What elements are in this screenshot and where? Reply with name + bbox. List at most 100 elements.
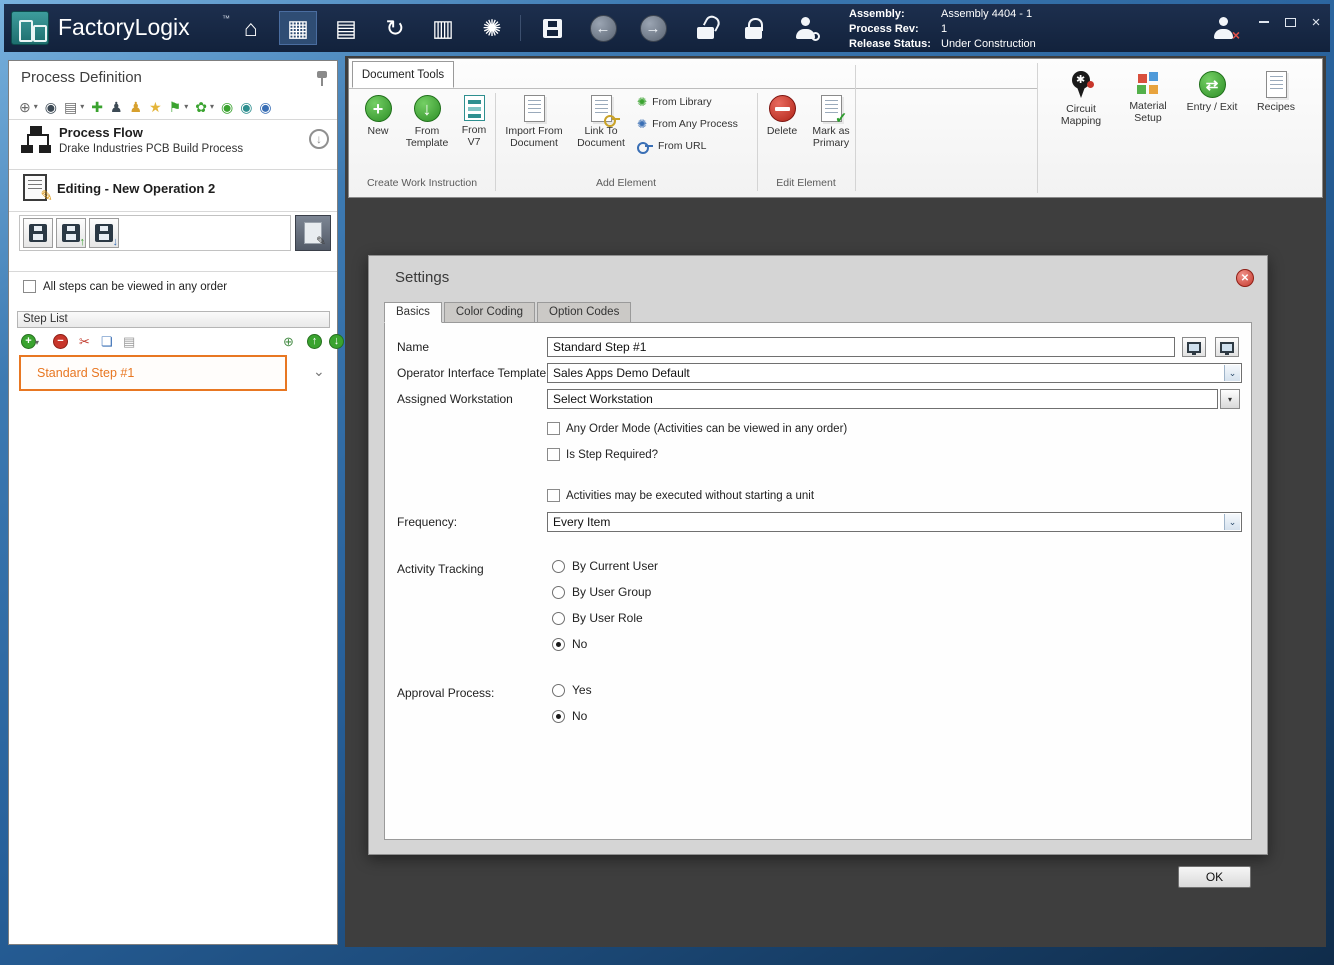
pin-icon[interactable] <box>317 71 327 87</box>
step-required-label: Is Step Required? <box>566 448 659 461</box>
logout-user-button[interactable]: × <box>1204 11 1242 45</box>
activities-checkbox[interactable] <box>547 489 560 502</box>
status-icon[interactable]: ◉ <box>240 99 252 115</box>
print-icon[interactable]: ▤ <box>64 99 77 115</box>
maximize-button[interactable] <box>1278 13 1302 31</box>
from-library-button[interactable]: ✺ From Library <box>637 93 712 111</box>
chevron-down-icon[interactable]: ⌄ <box>1224 365 1240 381</box>
close-window-button[interactable]: × <box>1304 13 1328 31</box>
entry-exit-button[interactable]: ⇄ Entry / Exit <box>1181 71 1243 113</box>
add-icon[interactable]: ⊕ <box>19 99 31 115</box>
copy-icon[interactable]: ❏ <box>101 334 113 350</box>
flag-icon[interactable]: ⚑ <box>169 99 182 115</box>
plugin-icon[interactable]: ✚ <box>91 99 103 115</box>
move-up-icon[interactable]: ↑ <box>307 334 322 349</box>
workstation-dropdown-button[interactable]: ▾ <box>1220 389 1240 409</box>
user-gold-icon[interactable]: ♟ <box>130 99 143 115</box>
settings-button[interactable]: ✺ <box>473 11 511 45</box>
flag-caret-icon[interactable]: ▾ <box>184 99 188 115</box>
chevron-down-icon[interactable]: ⌄ <box>1224 514 1240 530</box>
find-user-button[interactable] <box>786 11 824 45</box>
preview-button[interactable] <box>1215 337 1239 357</box>
add-step-icon[interactable]: + <box>21 334 36 349</box>
theme-icon[interactable]: ✿ <box>195 99 207 115</box>
material-setup-button[interactable]: Material Setup <box>1119 71 1177 124</box>
delete-button[interactable]: Delete <box>761 95 803 137</box>
globe-icon[interactable]: ◉ <box>45 99 57 115</box>
step-required-row: Is Step Required? <box>547 448 658 461</box>
documents-icon: ▤ <box>335 14 357 41</box>
tab-document-tools[interactable]: Document Tools <box>352 61 454 88</box>
home-button[interactable]: ⌂ <box>232 11 270 45</box>
from-any-process-button[interactable]: ✺ From Any Process <box>637 115 738 133</box>
export-step-button[interactable]: ↓ <box>89 218 119 248</box>
circuit-mapping-button[interactable]: ✱ Circuit Mapping <box>1047 71 1115 127</box>
paste-icon[interactable]: ▤ <box>123 334 135 350</box>
user-icon[interactable]: ♟ <box>110 99 123 115</box>
url-key-icon <box>637 141 653 154</box>
start-icon[interactable]: ◉ <box>221 99 233 115</box>
new-button[interactable]: + New <box>356 95 400 137</box>
radio-by-current-user[interactable] <box>552 559 565 573</box>
step-list-item[interactable]: Standard Step #1 <box>19 355 287 391</box>
mark-as-primary-button[interactable]: ✓ Mark as Primary <box>805 95 857 149</box>
close-dialog-button[interactable]: ✕ <box>1236 269 1254 287</box>
minimize-button[interactable] <box>1252 13 1276 31</box>
sync-button[interactable]: ↻ <box>376 11 414 45</box>
documents-button[interactable]: ▤ <box>327 11 365 45</box>
name-input[interactable] <box>547 337 1175 357</box>
zoom-step-icon[interactable]: ⊕ <box>283 334 294 350</box>
from-url-button[interactable]: From URL <box>637 137 706 155</box>
radio-by-user-group[interactable] <box>552 585 565 599</box>
add-caret-icon[interactable]: ▾ <box>34 99 38 115</box>
theme-caret-icon[interactable]: ▾ <box>210 99 214 115</box>
tab-basics[interactable]: Basics <box>384 302 442 323</box>
ok-button[interactable]: OK <box>1178 866 1251 888</box>
back-button[interactable]: ← <box>584 11 622 45</box>
print-caret-icon[interactable]: ▾ <box>80 99 84 115</box>
process-definition-button[interactable]: ▦ <box>279 11 317 45</box>
frequency-dropdown[interactable]: Every Item ⌄ <box>547 512 1242 532</box>
tab-color-coding[interactable]: Color Coding <box>443 302 535 323</box>
workstation-dropdown[interactable]: Select Workstation <box>547 389 1218 409</box>
template-dropdown[interactable]: Sales Apps Demo Default ⌄ <box>547 363 1242 383</box>
step-chevron-icon[interactable]: ⌄ <box>313 363 325 380</box>
process-definition-panel: Process Definition ⊕ ▾ ◉ ▤ ▾ ✚ ♟ ♟ ★ ⚑ ▾ ✿ ▾… <box>8 60 344 945</box>
link-to-document-button[interactable]: Link To Document <box>571 95 631 149</box>
assembly-info: Assembly: Assembly 4404 - 1 Process Rev: 1… <box>849 7 1036 52</box>
editor-button[interactable] <box>1182 337 1206 357</box>
window-frame: FactoryLogix ™ ⌂ ▦ ▤ ↻ ▥ ✺ ← → Assembly:… <box>0 0 1334 965</box>
lock-button[interactable] <box>734 11 772 45</box>
radio-by-user-role[interactable] <box>552 611 565 625</box>
edit-work-instruction-button[interactable]: ✎ <box>295 215 331 251</box>
from-v7-button[interactable]: From V7 <box>454 95 494 148</box>
recipes-button[interactable]: Recipes <box>1249 71 1303 113</box>
favorites-icon[interactable]: ★ <box>149 99 162 115</box>
news-button[interactable]: ▥ <box>424 11 462 45</box>
step-required-checkbox[interactable] <box>547 448 560 461</box>
recipes-label: Recipes <box>1257 101 1295 113</box>
tab-option-codes[interactable]: Option Codes <box>537 302 632 323</box>
any-order-checkbox[interactable] <box>23 280 36 293</box>
import-step-button[interactable]: ↑ <box>56 218 86 248</box>
import-from-document-button[interactable]: Import From Document <box>501 95 567 149</box>
add-step-caret-icon[interactable]: ▾ <box>35 338 39 347</box>
info-icon[interactable]: ◉ <box>259 99 271 115</box>
remove-step-icon[interactable]: − <box>53 334 68 349</box>
forward-button[interactable]: → <box>634 11 672 45</box>
radio-approval-no[interactable] <box>552 709 565 723</box>
any-order-mode-checkbox[interactable] <box>547 422 560 435</box>
home-icon: ⌂ <box>244 14 258 41</box>
import-document-icon <box>523 95 545 122</box>
save-button[interactable] <box>533 11 571 45</box>
collapse-section-button[interactable]: ↓ <box>309 129 329 149</box>
release-status-label: Release Status: <box>849 38 931 50</box>
save-step-button[interactable] <box>23 218 53 248</box>
radio-approval-yes[interactable] <box>552 683 565 697</box>
move-down-icon[interactable]: ↓ <box>329 334 344 349</box>
unlock-button[interactable] <box>686 11 724 45</box>
monitor-icon <box>1187 341 1201 355</box>
cut-icon[interactable]: ✂ <box>79 334 90 350</box>
from-template-button[interactable]: ↓ From Template <box>402 95 452 149</box>
radio-activity-no[interactable] <box>552 637 565 651</box>
